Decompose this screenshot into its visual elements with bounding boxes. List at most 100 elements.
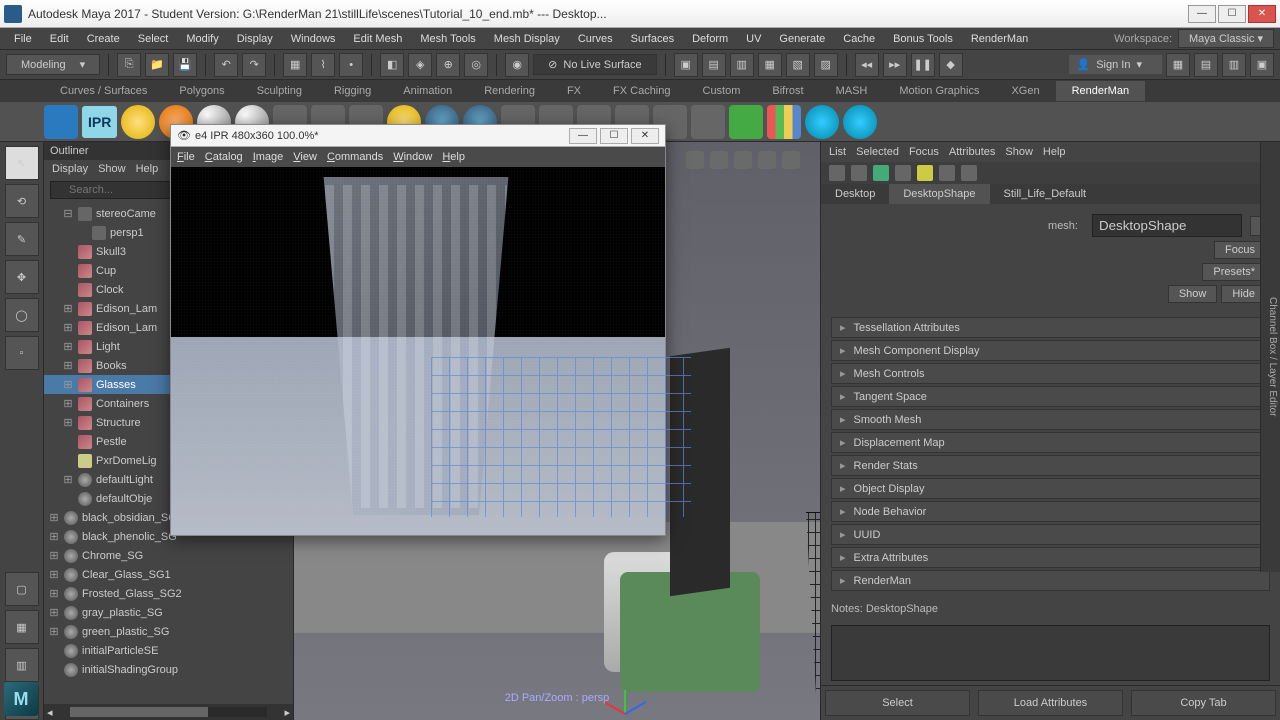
snap-center-icon[interactable]: ⊕ [436, 53, 460, 77]
ae-mesh-name-input[interactable] [1092, 214, 1242, 237]
ipr-menu-commands[interactable]: Commands [327, 151, 383, 163]
playback-next-icon[interactable]: ▸▸ [883, 53, 907, 77]
ipr-menu-image[interactable]: Image [253, 151, 284, 163]
move-tool-icon[interactable]: ✥ [5, 260, 39, 294]
ae-menu-list[interactable]: List [829, 146, 846, 158]
ae-tab-desktop[interactable]: Desktop [821, 184, 889, 204]
menu-generate[interactable]: Generate [771, 31, 833, 47]
live-surface-dropdown[interactable]: ⊘No Live Surface [533, 54, 656, 75]
menu-surfaces[interactable]: Surfaces [623, 31, 682, 47]
snap-grid-icon[interactable]: ▦ [283, 53, 307, 77]
menu-bonus-tools[interactable]: Bonus Tools [885, 31, 961, 47]
shelf-tab-custom[interactable]: Custom [687, 81, 757, 101]
menu-create[interactable]: Create [79, 31, 128, 47]
menu-cache[interactable]: Cache [835, 31, 883, 47]
paint-tool-icon[interactable]: ✎ [5, 222, 39, 256]
snap-curve-icon[interactable]: ⌇ [311, 53, 335, 77]
outliner-item[interactable]: initialShadingGroup [44, 660, 293, 679]
ae-menu-focus[interactable]: Focus [909, 146, 939, 158]
layout-four-icon[interactable]: ▦ [5, 610, 39, 644]
layout-3-icon[interactable]: ▥ [1222, 53, 1246, 77]
lasso-tool-icon[interactable]: ⟲ [5, 184, 39, 218]
layout-1-icon[interactable]: ▦ [1166, 53, 1190, 77]
playback-key-icon[interactable]: ◆ [939, 53, 963, 77]
outliner-menu-show[interactable]: Show [98, 163, 126, 175]
menu-windows[interactable]: Windows [283, 31, 344, 47]
ae-icon-shade[interactable] [873, 165, 889, 181]
shelf-tractor-icon[interactable] [805, 105, 839, 139]
undo-icon[interactable]: ↶ [214, 53, 238, 77]
ipr-render-window[interactable]: 👁e4 IPR 480x360 100.0%* — ☐ ✕ File Catal… [170, 124, 666, 536]
ae-menu-selected[interactable]: Selected [856, 146, 899, 158]
ae-icon-shadow[interactable] [961, 165, 977, 181]
save-scene-icon[interactable]: 💾 [173, 53, 197, 77]
playback-pause-icon[interactable]: ❚❚ [911, 53, 935, 77]
shelf-tab-polygons[interactable]: Polygons [163, 81, 240, 101]
snap-view-icon[interactable]: ◎ [464, 53, 488, 77]
menu-file[interactable]: File [6, 31, 40, 47]
rotate-tool-icon[interactable]: ◯ [5, 298, 39, 332]
ae-section[interactable]: ▸Extra Attributes [831, 547, 1270, 568]
ae-section[interactable]: ▸Mesh Component Display [831, 340, 1270, 361]
redo-icon[interactable]: ↷ [242, 53, 266, 77]
ae-section[interactable]: ▸UUID [831, 524, 1270, 545]
outliner-item[interactable]: ⊞gray_plastic_SG [44, 603, 293, 622]
shelf-tab-fx[interactable]: FX [551, 81, 597, 101]
shelf-tab-motion-graphics[interactable]: Motion Graphics [883, 81, 995, 101]
ae-select-button[interactable]: Select [825, 690, 970, 716]
vp-iso-icon[interactable] [686, 151, 704, 169]
shelf-tab-rigging[interactable]: Rigging [318, 81, 387, 101]
shelf-help-icon[interactable] [843, 105, 877, 139]
ae-notes-field[interactable] [831, 625, 1270, 681]
vp-wire-icon[interactable] [710, 151, 728, 169]
layout-vert-icon[interactable]: ▥ [5, 648, 39, 682]
signin-button[interactable]: 👤 Sign In ▾ [1069, 55, 1162, 74]
shelf-tab-mash[interactable]: MASH [820, 81, 884, 101]
new-scene-icon[interactable]: ⎘ [117, 53, 141, 77]
shelf-archive-icon[interactable] [729, 105, 763, 139]
ipr-menu-file[interactable]: File [177, 151, 195, 163]
vp-tex-icon[interactable] [782, 151, 800, 169]
menu-deform[interactable]: Deform [684, 31, 736, 47]
layout-2-icon[interactable]: ▤ [1194, 53, 1218, 77]
ipr-menu-catalog[interactable]: Catalog [205, 151, 243, 163]
ae-section[interactable]: ▸RenderMan [831, 570, 1270, 591]
ae-section[interactable]: ▸Mesh Controls [831, 363, 1270, 384]
ae-menu-show[interactable]: Show [1005, 146, 1033, 158]
vp-shade-icon[interactable] [734, 151, 752, 169]
ae-section[interactable]: ▸Object Display [831, 478, 1270, 499]
scale-tool-icon[interactable]: ▫ [5, 336, 39, 370]
shelf-bake-icon[interactable] [691, 105, 725, 139]
render-frame-icon[interactable]: ▣ [674, 53, 698, 77]
ae-section[interactable]: ▸Tangent Space [831, 386, 1270, 407]
ae-focus-button[interactable]: Focus [1214, 241, 1266, 259]
snap-point-icon[interactable]: • [339, 53, 363, 77]
menu-curves[interactable]: Curves [570, 31, 621, 47]
shelf-render-icon[interactable] [44, 105, 78, 139]
shelf-tab-animation[interactable]: Animation [387, 81, 468, 101]
ae-icon-xray[interactable] [939, 165, 955, 181]
outliner-hscroll[interactable]: ◂▸ [44, 704, 293, 720]
select-tool-icon[interactable]: ↖ [5, 146, 39, 180]
menu-mesh-display[interactable]: Mesh Display [486, 31, 568, 47]
menu-edit[interactable]: Edit [42, 31, 77, 47]
ae-tab-desktopshape[interactable]: DesktopShape [889, 184, 989, 204]
ae-show-button[interactable]: Show [1168, 285, 1218, 303]
snap-plane-icon[interactable]: ◧ [380, 53, 404, 77]
menu-edit-mesh[interactable]: Edit Mesh [345, 31, 410, 47]
ae-tab-still-life[interactable]: Still_Life_Default [990, 184, 1101, 204]
outliner-item[interactable]: ⊞Clear_Glass_SG1 [44, 565, 293, 584]
ae-section[interactable]: ▸Node Behavior [831, 501, 1270, 522]
ae-menu-help[interactable]: Help [1043, 146, 1066, 158]
ipr-crop-grid[interactable] [431, 357, 691, 517]
menu-select[interactable]: Select [130, 31, 177, 47]
shelf-tab-sculpting[interactable]: Sculpting [241, 81, 318, 101]
outliner-item[interactable]: initialParticleSE [44, 641, 293, 660]
menu-mesh-tools[interactable]: Mesh Tools [412, 31, 483, 47]
outliner-item[interactable]: ⊞green_plastic_SG [44, 622, 293, 641]
shelf-tab-rendering[interactable]: Rendering [468, 81, 551, 101]
menu-uv[interactable]: UV [738, 31, 769, 47]
hypershade-icon[interactable]: ▦ [758, 53, 782, 77]
menu-renderman[interactable]: RenderMan [963, 31, 1036, 47]
workspace-dropdown[interactable]: Maya Classic ▾ [1178, 29, 1274, 48]
